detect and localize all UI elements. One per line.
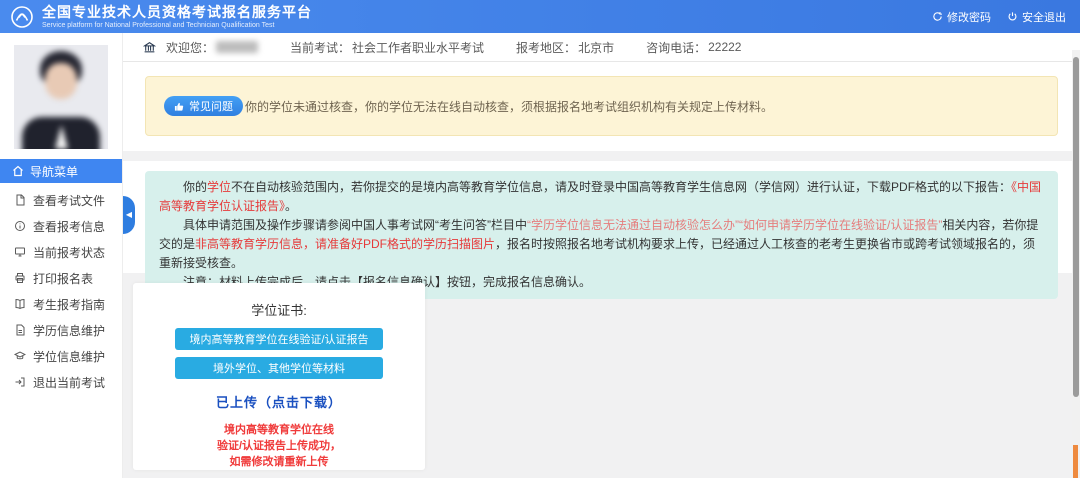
refresh-icon bbox=[932, 11, 943, 22]
graduation-cap-icon bbox=[14, 350, 26, 362]
uploaded-download-link[interactable]: 已上传（点击下载） bbox=[133, 392, 425, 411]
domestic-degree-upload-button[interactable]: 境内高等教育学位在线验证/认证报告 bbox=[175, 328, 383, 350]
document-icon bbox=[14, 194, 26, 206]
page-subtitle: Service platform for National Profession… bbox=[42, 22, 312, 29]
exit-icon bbox=[14, 376, 26, 388]
platform-logo-icon bbox=[10, 5, 34, 29]
candidate-name-redacted bbox=[216, 41, 258, 53]
sidebar-item-print-form[interactable]: 打印报名表 bbox=[0, 265, 122, 291]
degree-certificate-card: 学位证书: 境内高等教育学位在线验证/认证报告 境外学位、其他学位等材料 已上传… bbox=[133, 283, 425, 470]
sidebar-item-degree-info[interactable]: 学位信息维护 bbox=[0, 343, 122, 369]
institution-icon bbox=[143, 41, 156, 54]
file-lines-icon bbox=[14, 324, 26, 336]
sidebar-menu: 查看考试文件 查看报考信息 当前报考状态 打印报名表 考生报考指南 学历信息维护 bbox=[0, 187, 122, 395]
faq-button[interactable]: 常见问题 bbox=[164, 96, 243, 116]
hotline: 咨询电话： 22222 bbox=[646, 39, 741, 56]
user-info-bar: 欢迎您： 当前考试： 社会工作者职业水平考试 报考地区： 北京市 咨询电话： 2… bbox=[123, 33, 1080, 62]
sidebar-item-registration-info[interactable]: 查看报考信息 bbox=[0, 213, 122, 239]
change-password-link[interactable]: 修改密码 bbox=[932, 9, 991, 25]
warning-message: 你的学位未通过核查，你的学位无法在线自动核查，须根据报名地考试组织机构有关规定上… bbox=[245, 98, 773, 115]
safe-logout-link[interactable]: 安全退出 bbox=[1007, 9, 1066, 25]
sidebar-collapse-handle[interactable]: ◀ bbox=[123, 196, 135, 234]
overseas-degree-upload-button[interactable]: 境外学位、其他学位等材料 bbox=[175, 357, 383, 379]
notice-paragraph-1: 你的学位不在自动核验范围内，若你提交的是境内高等教育学位信息，请及时登录中国高等… bbox=[159, 178, 1044, 216]
page-title: 全国专业技术人员资格考试报名服务平台 bbox=[42, 5, 312, 19]
home-icon bbox=[12, 165, 24, 177]
book-icon bbox=[14, 298, 26, 310]
card-title: 学位证书: bbox=[133, 300, 425, 319]
sidebar-item-exit-exam[interactable]: 退出当前考试 bbox=[0, 369, 122, 395]
side-widget-orange-bar bbox=[1073, 445, 1078, 478]
sidebar-item-registration-status[interactable]: 当前报考状态 bbox=[0, 239, 122, 265]
exam-registration-platform: 全国专业技术人员资格考试报名服务平台 Service platform for … bbox=[0, 0, 1080, 478]
printer-icon bbox=[14, 272, 26, 284]
degree-notice-box: 你的学位不在自动核验范围内，若你提交的是境内高等教育学位信息，请及时登录中国高等… bbox=[145, 171, 1058, 299]
degree-warning-banner: 常见问题 你的学位未通过核查，你的学位无法在线自动核查，须根据报名地考试组织机构… bbox=[145, 76, 1058, 136]
nav-menu-header: 导航菜单 bbox=[0, 159, 122, 183]
upload-status-message: 境内高等教育学位在线 验证/认证报告上传成功， 如需修改请重新上传 bbox=[133, 422, 425, 470]
sidebar-item-candidate-guide[interactable]: 考生报考指南 bbox=[0, 291, 122, 317]
welcome-group: 欢迎您： bbox=[166, 39, 258, 56]
exam-region: 报考地区： 北京市 bbox=[516, 39, 614, 56]
sidebar: 导航菜单 查看考试文件 查看报考信息 当前报考状态 打印报名表 考生报考指南 bbox=[0, 33, 123, 478]
current-exam: 当前考试： 社会工作者职业水平考试 bbox=[290, 39, 484, 56]
notice-paragraph-2: 具体申请范围及操作步骤请参阅中国人事考试网“考生问答”栏目中“学历学位信息无法通… bbox=[159, 216, 1044, 273]
faq-link-apply-report[interactable]: “如何申请学历学位在线验证/认证报告” bbox=[739, 218, 942, 232]
scrollbar-thumb[interactable] bbox=[1073, 57, 1079, 397]
app-header: 全国专业技术人员资格考试报名服务平台 Service platform for … bbox=[0, 0, 1080, 33]
candidate-photo bbox=[14, 45, 108, 149]
pointer-hand-icon bbox=[174, 101, 185, 112]
power-icon bbox=[1007, 11, 1018, 22]
faq-link-auto-verify[interactable]: “学历学位信息无法通过自动核验怎么办” bbox=[527, 218, 739, 232]
info-icon bbox=[14, 220, 26, 232]
sidebar-item-education-info[interactable]: 学历信息维护 bbox=[0, 317, 122, 343]
monitor-icon bbox=[14, 246, 26, 258]
sidebar-item-exam-files[interactable]: 查看考试文件 bbox=[0, 187, 122, 213]
